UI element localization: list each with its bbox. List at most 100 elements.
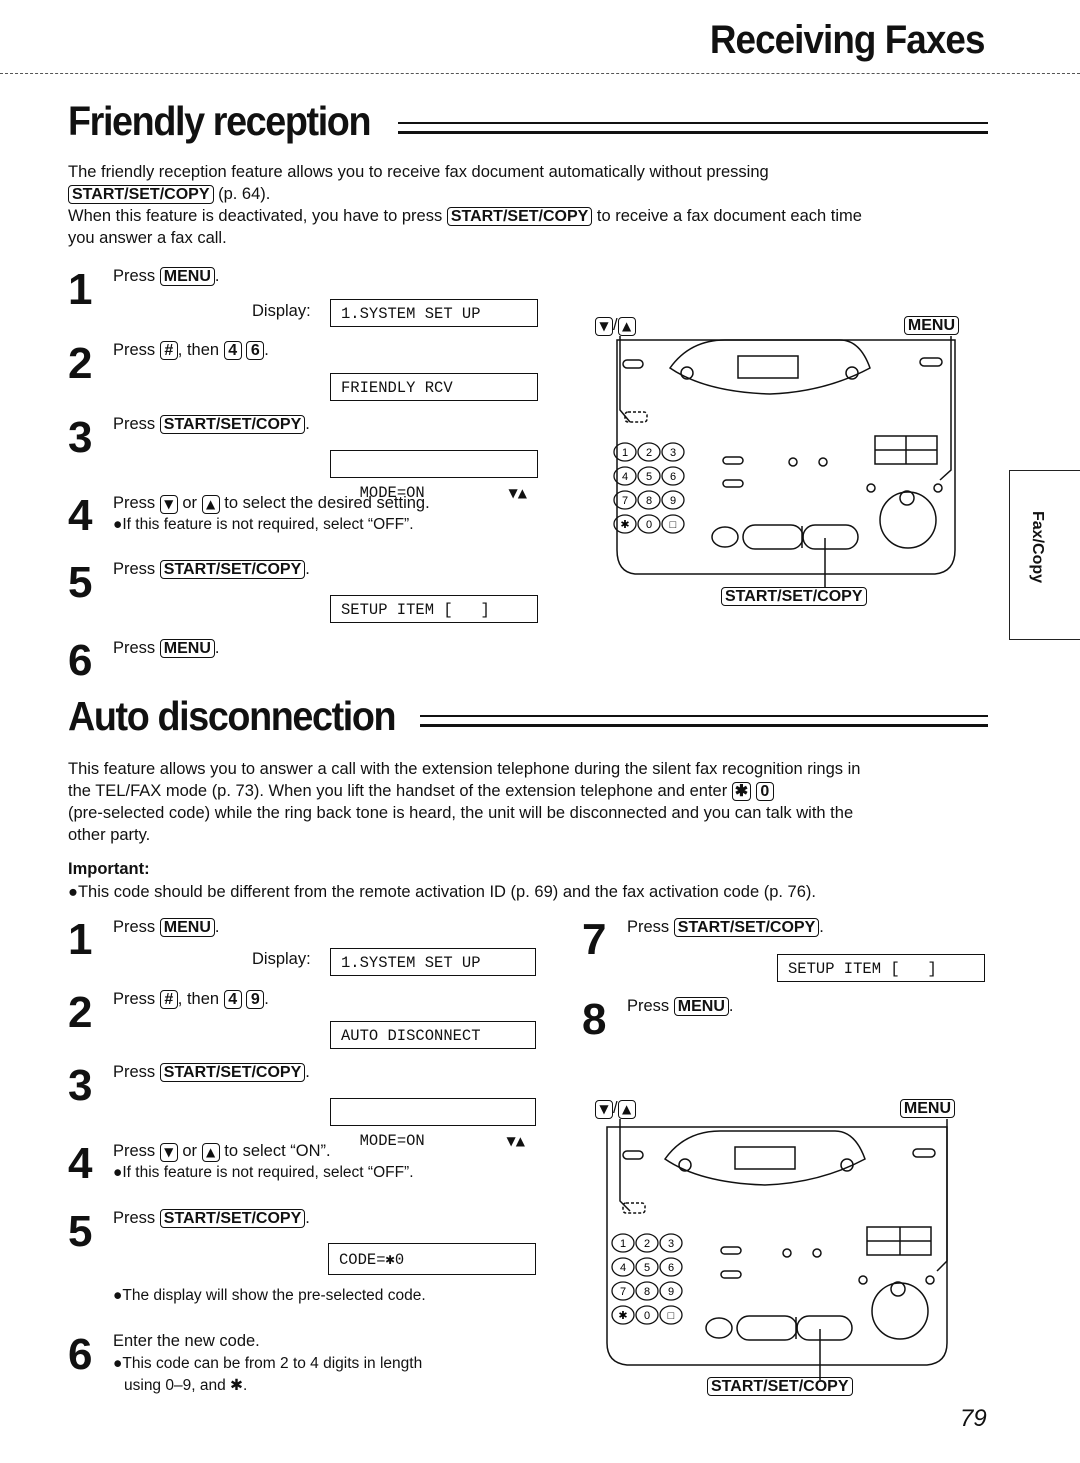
step-note: using 0–9, and ✱.: [124, 1377, 248, 1394]
panel-outline: [616, 339, 956, 575]
keypad-key-label: 2: [644, 1238, 650, 1250]
step-conj: , then: [177, 990, 220, 1008]
fax-panel-drawing: 1 2 3 4 5 6 7 8 9 ✱ 0 □: [606, 1119, 948, 1380]
fax-panel-diagram: ▼ / ▲ MENU 1 2 3 4 5 6 7 8 9 ✱ 0 □ START/SET/COPY: [595, 310, 965, 610]
step-number: 3: [68, 413, 93, 462]
keypad-key-label: 1: [622, 447, 628, 459]
step-verb: Press: [113, 560, 156, 578]
start-set-copy-key: START/SET/COPY: [159, 1063, 306, 1082]
section-rule: [398, 122, 988, 134]
step-verb: Press: [627, 997, 670, 1015]
step-note: ●If this feature is not required, select…: [113, 1164, 414, 1181]
start-set-copy-key: START/SET/COPY: [68, 185, 214, 204]
hash-key: #: [159, 341, 178, 360]
keypad: 1 2 3 4 5 6 7 8 9 ✱ 0 □: [611, 1233, 683, 1325]
lcd-text: MODE=ON: [359, 1132, 425, 1150]
step-number: 5: [68, 558, 93, 607]
intro-text: you answer a fax call.: [68, 229, 227, 247]
panel-screen: [737, 355, 799, 379]
step-number: 5: [68, 1207, 93, 1256]
keypad-key-label: 9: [670, 495, 676, 507]
lcd-display: MODE=ON ▼▲: [330, 450, 538, 502]
step-verb: Press: [113, 990, 156, 1008]
lcd-display: CODE=✱0: [328, 1243, 536, 1275]
intro-text: (pre-selected code) while the ring back …: [68, 804, 854, 822]
step-number: 6: [68, 636, 93, 685]
friendly-intro: The friendly reception feature allows yo…: [68, 161, 998, 249]
start-set-copy-key: START/SET/COPY: [446, 207, 593, 226]
keypad-key-label: ✱: [618, 1310, 627, 1322]
down-arrow-key-icon: ▼: [159, 1143, 178, 1162]
step-text: Press ▼ or ▲ to select the desired setti…: [113, 492, 430, 514]
keypad-key-label: ✱: [620, 519, 629, 531]
step-number: 1: [68, 915, 93, 964]
panel-button: [622, 359, 644, 369]
keypad-key-label: 9: [668, 1286, 674, 1298]
step-verb: Press: [113, 1063, 156, 1081]
up-down-arrows-icon: ▼▲: [506, 1134, 525, 1148]
fax-panel-drawing: 1 2 3 4 5 6 7 8 9 ✱ 0 □: [613, 336, 956, 588]
step-text: Press MENU.: [113, 916, 219, 938]
step-verb: Press: [113, 639, 156, 657]
start-set-copy-key: START/SET/COPY: [159, 415, 306, 434]
page-ref: (p. 64).: [218, 185, 271, 203]
keypad-key-label: 5: [646, 471, 652, 483]
leader-line: [936, 1119, 948, 1272]
intro-text: This feature allows you to answer a call…: [68, 760, 861, 778]
up-arrow-key-icon: ▲: [201, 495, 220, 514]
keypad-key-label: 0: [646, 519, 652, 531]
menu-key: MENU: [673, 997, 729, 1016]
step-desc: to select the desired setting.: [224, 494, 430, 512]
menu-key: MENU: [159, 918, 215, 937]
step-text: Press START/SET/COPY.: [113, 413, 310, 435]
start-set-copy-key: START/SET/COPY: [707, 1377, 853, 1396]
intro-text: the TEL/FAX mode (p. 73). When you lift …: [68, 782, 728, 800]
keypad-key-label: 8: [644, 1286, 650, 1298]
step-verb: Press: [113, 267, 156, 285]
important-note: ●This code should be different from the …: [68, 883, 816, 901]
keypad-key-label: 7: [620, 1286, 626, 1298]
punct: .: [305, 560, 310, 578]
important-heading: Important:: [68, 860, 150, 878]
lcd-display: FRIENDLY RCV: [330, 373, 538, 401]
punct: .: [214, 918, 220, 936]
step-number: 4: [68, 1139, 93, 1188]
display-bezel: [668, 339, 871, 395]
step-text: Press MENU.: [113, 637, 219, 659]
punct: .: [214, 639, 220, 657]
step-text: Press START/SET/COPY.: [113, 1207, 310, 1229]
menu-key: MENU: [159, 267, 215, 286]
step-conj: or: [182, 1142, 198, 1160]
punct: .: [305, 1063, 310, 1081]
keypad-key-label: 8: [646, 495, 652, 507]
punct: .: [264, 341, 269, 359]
fax-panel-diagram: ▼ / ▲ MENU 1 2 3 4 5 6 7 8 9 ✱ 0 □ START/SET/COPY: [595, 1093, 965, 1403]
digit-key: 4: [223, 341, 242, 360]
keypad-key-label: 5: [644, 1262, 650, 1274]
step-note: ●If this feature is not required, select…: [113, 516, 414, 533]
lcd-display: AUTO DISCONNECT: [330, 1021, 536, 1049]
step-verb: Press: [113, 494, 156, 512]
menu-key: MENU: [159, 639, 215, 658]
lcd-display: SETUP ITEM [ ]: [330, 595, 538, 623]
digit-key: 6: [246, 341, 265, 360]
intro-text: other party.: [68, 826, 151, 844]
step-number: 2: [68, 339, 93, 388]
up-arrow-key-icon: ▲: [201, 1143, 220, 1162]
step-verb: Press: [113, 1209, 156, 1227]
display-bezel: [663, 1130, 866, 1186]
start-set-copy-key: START/SET/COPY: [159, 1209, 306, 1228]
lcd-display: 1.SYSTEM SET UP: [330, 948, 536, 976]
step-number: 1: [68, 265, 93, 314]
up-down-arrows-icon: ▼▲: [508, 486, 527, 500]
step-number: 2: [68, 988, 93, 1037]
step-note: ●This code can be from 2 to 4 digits in …: [113, 1355, 423, 1372]
step-text: Press MENU.: [627, 995, 733, 1017]
down-arrow-key-icon: ▼: [159, 495, 178, 514]
step-text: Press #, then 4 6.: [113, 339, 269, 361]
step-text: Press START/SET/COPY.: [113, 1061, 310, 1083]
step-number: 3: [68, 1061, 93, 1110]
intro-text: When this feature is deactivated, you ha…: [68, 207, 443, 225]
chapter-title: Receiving Faxes: [709, 18, 985, 62]
punct: .: [819, 918, 824, 936]
